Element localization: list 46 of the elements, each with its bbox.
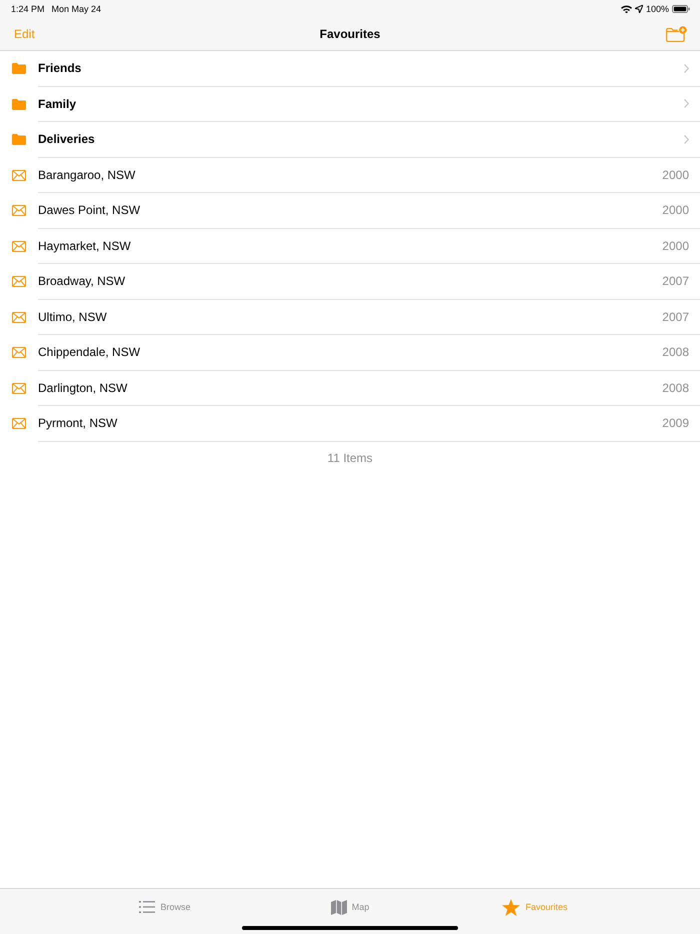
chevron-icon bbox=[684, 134, 689, 144]
place-name[interactable]: Chippendale, NSW bbox=[38, 345, 662, 360]
folder-name[interactable]: Deliveries bbox=[38, 132, 684, 146]
place-name[interactable]: Barangaroo, NSW bbox=[38, 168, 662, 182]
status-date: Mon May 24 bbox=[52, 4, 102, 14]
envelope-icon bbox=[12, 170, 26, 181]
chevron-icon bbox=[684, 99, 689, 108]
folder-name[interactable]: Family bbox=[38, 96, 684, 111]
postcode: 2000 bbox=[662, 238, 689, 253]
place-name[interactable]: Pyrmont, NSW bbox=[38, 416, 662, 430]
envelope-icon bbox=[12, 240, 26, 252]
postcode: 2007 bbox=[662, 274, 689, 288]
chevron-icon bbox=[684, 64, 689, 73]
new-folder-button[interactable] bbox=[666, 26, 687, 42]
envelope-icon bbox=[12, 276, 26, 288]
folder-plus-icon bbox=[666, 26, 687, 42]
place-name[interactable]: Broadway, NSW bbox=[38, 274, 662, 288]
place-name[interactable]: Ultimo, NSW bbox=[38, 310, 662, 324]
envelope-icon bbox=[12, 205, 26, 216]
folder-icon bbox=[12, 134, 26, 146]
envelope-icon bbox=[12, 347, 26, 358]
battery-icon bbox=[672, 4, 690, 12]
postcode: 2008 bbox=[662, 345, 689, 360]
folder-name[interactable]: Friends bbox=[38, 61, 684, 76]
envelope-icon bbox=[12, 418, 26, 430]
wifi-icon bbox=[620, 4, 632, 12]
postcode: 2000 bbox=[662, 168, 689, 182]
envelope-icon bbox=[12, 312, 26, 323]
star-icon bbox=[502, 898, 520, 916]
folder-icon bbox=[12, 63, 26, 74]
postcode: 2009 bbox=[662, 416, 689, 430]
list-icon bbox=[139, 901, 156, 913]
location-arrow-icon bbox=[634, 4, 643, 12]
item-count: 11 Items bbox=[327, 450, 373, 464]
postcode: 2008 bbox=[662, 380, 689, 395]
place-name[interactable]: Dawes Point, NSW bbox=[38, 203, 662, 218]
battery-percent: 100% bbox=[646, 4, 669, 14]
folder-icon bbox=[12, 98, 26, 110]
envelope-icon bbox=[12, 382, 26, 394]
place-name[interactable]: Darlington, NSW bbox=[38, 380, 662, 395]
place-name[interactable]: Haymarket, NSW bbox=[38, 238, 662, 253]
nav-title: Favourites bbox=[320, 26, 380, 40]
status-time: 1:24 PM bbox=[11, 4, 45, 14]
postcode: 2000 bbox=[662, 203, 689, 218]
map-icon bbox=[330, 900, 347, 914]
postcode: 2007 bbox=[662, 310, 689, 324]
